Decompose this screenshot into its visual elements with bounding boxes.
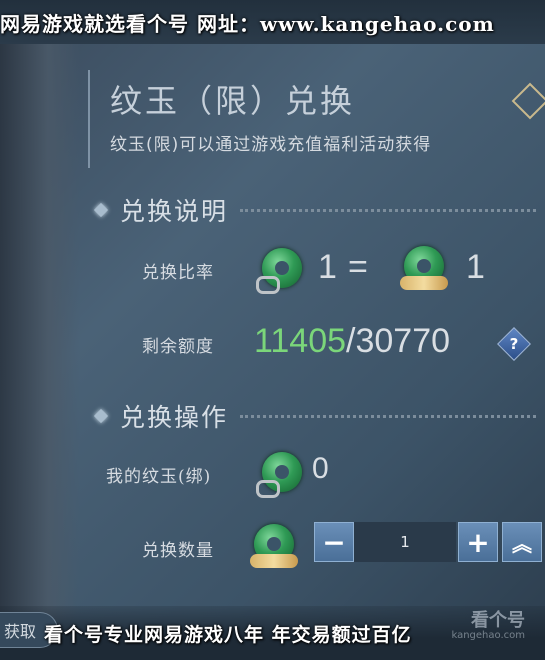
quantity-label: 兑换数量	[142, 541, 214, 561]
section-info-heading: 兑换说明	[93, 192, 536, 228]
my-jade-value: 0	[312, 452, 329, 485]
jade-bound-icon	[256, 248, 302, 294]
dotted-divider	[240, 208, 536, 212]
section-op-heading: 兑换操作	[93, 398, 536, 434]
page-title: 纹玉（限）兑换	[110, 82, 356, 120]
quota-total: /30770	[346, 322, 451, 360]
ratio-left-value: 1	[318, 248, 337, 286]
quota-value: 11405/30770	[254, 322, 450, 361]
watermark-logo-url: kangehao.com	[451, 630, 525, 641]
help-icon[interactable]: ?	[497, 327, 531, 361]
diamond-bullet-icon	[93, 408, 109, 424]
watermark-top-banner: 网易游戏就选看个号 网址：www.kangehao.com	[0, 0, 545, 44]
quantity-input[interactable]: 1	[354, 522, 456, 562]
panel-header: 纹玉（限）兑换 纹玉(限)可以通过游戏充值福利活动获得	[88, 70, 545, 168]
quantity-minus-button[interactable]: −	[314, 522, 354, 562]
quota-label: 剩余额度	[142, 337, 214, 357]
diamond-bullet-icon	[93, 202, 109, 218]
ratio-right-value: 1	[466, 248, 485, 286]
watermark-top-text: 网易游戏就选看个号 网址：www.kangehao.com	[0, 11, 495, 36]
dotted-divider	[240, 414, 536, 418]
quantity-max-button[interactable]: ︽	[502, 522, 542, 562]
chain-icon	[256, 480, 280, 498]
quantity-plus-button[interactable]: +	[458, 522, 498, 562]
ratio-equals: =	[348, 248, 368, 286]
gold-cloud-icon	[400, 276, 448, 290]
help-symbol: ?	[509, 335, 519, 353]
watermark-bottom-text: 看个号专业网易游戏八年 年交易额过百亿	[44, 624, 412, 646]
watermark-logo: 看个号	[471, 610, 525, 631]
jade-gold-icon	[400, 246, 448, 290]
chain-icon	[256, 276, 280, 294]
diamond-ornament-icon	[511, 82, 545, 120]
section-info-title: 兑换说明	[120, 197, 229, 226]
jade-gold-icon	[250, 524, 298, 568]
quota-remaining: 11405	[254, 322, 347, 360]
jade-bound-icon	[256, 452, 302, 498]
section-op-title: 兑换操作	[120, 403, 229, 432]
gold-cloud-icon	[250, 554, 298, 568]
my-jade-label: 我的纹玉(绑)	[106, 467, 212, 487]
ratio-label: 兑换比率	[142, 263, 214, 283]
page-subtitle: 纹玉(限)可以通过游戏充值福利活动获得	[110, 135, 432, 155]
left-background-strip	[0, 40, 80, 620]
